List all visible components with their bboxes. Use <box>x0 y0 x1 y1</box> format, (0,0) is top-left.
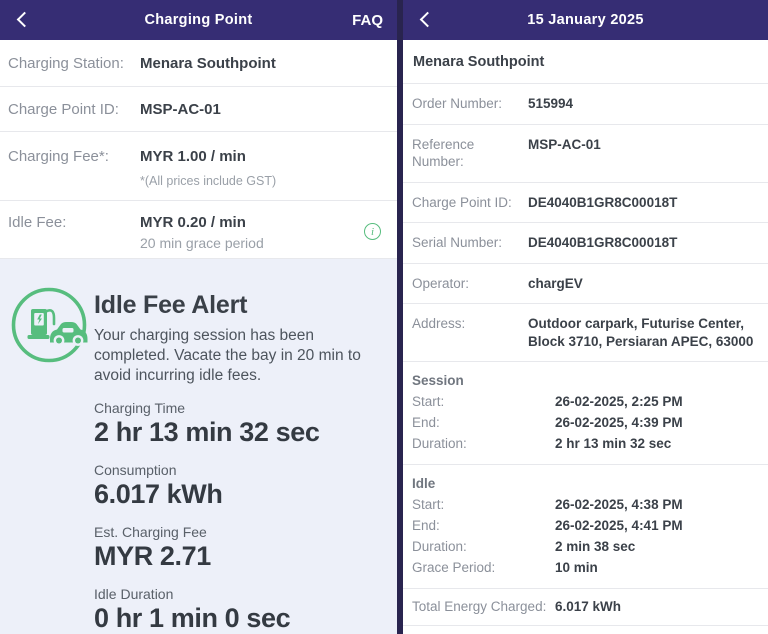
idle-duration-label: Idle Duration <box>94 586 386 602</box>
session-group: Session Start: 26-02-2025, 2:25 PM End: … <box>403 362 768 465</box>
session-duration-row: Duration: 2 hr 13 min 32 sec <box>412 433 762 454</box>
session-end-value: 26-02-2025, 4:39 PM <box>555 412 683 433</box>
serial-number-row: Serial Number: DE4040B1GR8C00018T <box>403 223 768 264</box>
charge-point-id-label: Charge Point ID: <box>412 194 518 212</box>
back-icon[interactable] <box>415 9 437 31</box>
alert-title: Idle Fee Alert <box>94 291 386 320</box>
order-number-value: 515994 <box>528 95 573 113</box>
idle-end-value: 26-02-2025, 4:41 PM <box>555 515 683 536</box>
est-charging-fee-value: MYR 2.71 <box>94 541 386 572</box>
page-title: Charging Point <box>0 12 397 28</box>
alert-message: Your charging session has been completed… <box>94 326 386 386</box>
idle-fee-value: MYR 0.20 / min 20 min grace period <box>140 214 264 258</box>
address-row: Address: Outdoor carpark, Futurise Cente… <box>403 304 768 362</box>
idle-fee-alert-panel: Idle Fee Alert Your charging session has… <box>0 259 397 634</box>
charging-fee-label: Charging Fee*: <box>8 148 140 200</box>
idle-fee-amount: MYR 0.20 / min <box>140 214 246 231</box>
reference-number-value: MSP-AC-01 <box>528 136 601 171</box>
charging-time-stat: Charging Time 2 hr 13 min 32 sec <box>94 400 386 448</box>
charge-point-id-value: MSP-AC-01 <box>140 101 221 118</box>
grace-period-label: Grace Period: <box>412 557 555 578</box>
idle-fee-row: Idle Fee: MYR 0.20 / min 20 min grace pe… <box>0 201 397 259</box>
serial-number-value: DE4040B1GR8C00018T <box>528 234 677 252</box>
idle-duration-value: 0 hr 1 min 0 sec <box>94 603 386 634</box>
charging-app-screens: Charging Point FAQ Charging Station: Men… <box>0 0 768 634</box>
est-charging-fee-label: Est. Charging Fee <box>94 524 386 540</box>
grace-period-row: Grace Period: 10 min <box>412 557 762 578</box>
alert-body: Idle Fee Alert Your charging session has… <box>94 286 386 634</box>
session-duration-value: 2 hr 13 min 32 sec <box>555 433 671 454</box>
idle-group: Idle Start: 26-02-2025, 4:38 PM End: 26-… <box>403 465 768 589</box>
session-end-label: End: <box>412 412 555 433</box>
info-icon[interactable]: i <box>364 223 381 240</box>
address-label: Address: <box>412 315 518 350</box>
charging-station-row: Charging Station: Menara Southpoint <box>0 40 397 87</box>
charge-point-id-label: Charge Point ID: <box>8 101 140 118</box>
idle-duration-label: Duration: <box>412 536 555 557</box>
idle-duration-row: Duration: 2 min 38 sec <box>412 536 762 557</box>
right-header: 15 January 2025 <box>403 0 768 40</box>
charge-point-id-row: Charge Point ID: MSP-AC-01 <box>0 87 397 132</box>
reference-number-row: Reference Number: MSP-AC-01 <box>403 125 768 183</box>
idle-fee-label: Idle Fee: <box>8 214 140 258</box>
idle-start-label: Start: <box>412 494 555 515</box>
session-start-row: Start: 26-02-2025, 2:25 PM <box>412 391 762 412</box>
left-header: Charging Point FAQ <box>0 0 397 40</box>
station-name: Menara Southpoint <box>403 40 768 84</box>
idle-end-row: End: 26-02-2025, 4:41 PM <box>412 515 762 536</box>
grace-period-note: 20 min grace period <box>140 235 264 251</box>
gst-note: *(All prices include GST) <box>140 174 276 188</box>
reference-number-label: Reference Number: <box>412 136 518 171</box>
operator-value: chargEV <box>528 275 583 293</box>
idle-duration-value: 2 min 38 sec <box>555 536 635 557</box>
total-energy-row: Total Energy Charged: 6.017 kWh <box>403 589 768 626</box>
total-energy-label: Total Energy Charged: <box>412 598 555 616</box>
charging-fee-value: MYR 1.00 / min *(All prices include GST) <box>140 148 276 200</box>
idle-group-title: Idle <box>412 473 762 494</box>
ev-charger-car-icon <box>10 286 88 364</box>
charging-fee-row: Charging Fee*: MYR 1.00 / min *(All pric… <box>0 132 397 201</box>
session-group-title: Session <box>412 370 762 391</box>
session-end-row: End: 26-02-2025, 4:39 PM <box>412 412 762 433</box>
charging-station-value: Menara Southpoint <box>140 55 276 72</box>
session-start-value: 26-02-2025, 2:25 PM <box>555 391 683 412</box>
charging-fee-amount: MYR 1.00 / min <box>140 148 246 165</box>
consumption-value: 6.017 kWh <box>94 479 386 510</box>
idle-start-value: 26-02-2025, 4:38 PM <box>555 494 683 515</box>
session-start-label: Start: <box>412 391 555 412</box>
operator-label: Operator: <box>412 275 518 293</box>
grace-period-value: 10 min <box>555 557 598 578</box>
charging-time-value: 2 hr 13 min 32 sec <box>94 417 386 448</box>
est-charging-fee-stat: Est. Charging Fee MYR 2.71 <box>94 524 386 572</box>
idle-end-label: End: <box>412 515 555 536</box>
order-detail-screen: 15 January 2025 Menara Southpoint Order … <box>403 0 768 634</box>
charge-point-id-row: Charge Point ID: DE4040B1GR8C00018T <box>403 183 768 224</box>
charging-point-screen: Charging Point FAQ Charging Station: Men… <box>0 0 397 634</box>
charge-point-id-value: DE4040B1GR8C00018T <box>528 194 677 212</box>
order-number-label: Order Number: <box>412 95 518 113</box>
consumption-label: Consumption <box>94 462 386 478</box>
charging-time-label: Charging Time <box>94 400 386 416</box>
order-number-row: Order Number: 515994 <box>403 84 768 125</box>
date-title: 15 January 2025 <box>403 12 768 28</box>
idle-duration-stat: Idle Duration 0 hr 1 min 0 sec <box>94 586 386 634</box>
serial-number-label: Serial Number: <box>412 234 518 252</box>
charging-station-label: Charging Station: <box>8 55 140 72</box>
idle-start-row: Start: 26-02-2025, 4:38 PM <box>412 494 762 515</box>
address-value: Outdoor carpark, Futurise Center, Block … <box>528 315 762 350</box>
faq-button[interactable]: FAQ <box>352 12 383 29</box>
total-energy-value: 6.017 kWh <box>555 598 621 616</box>
consumption-stat: Consumption 6.017 kWh <box>94 462 386 510</box>
back-icon[interactable] <box>12 9 34 31</box>
operator-row: Operator: chargEV <box>403 264 768 305</box>
session-duration-label: Duration: <box>412 433 555 454</box>
